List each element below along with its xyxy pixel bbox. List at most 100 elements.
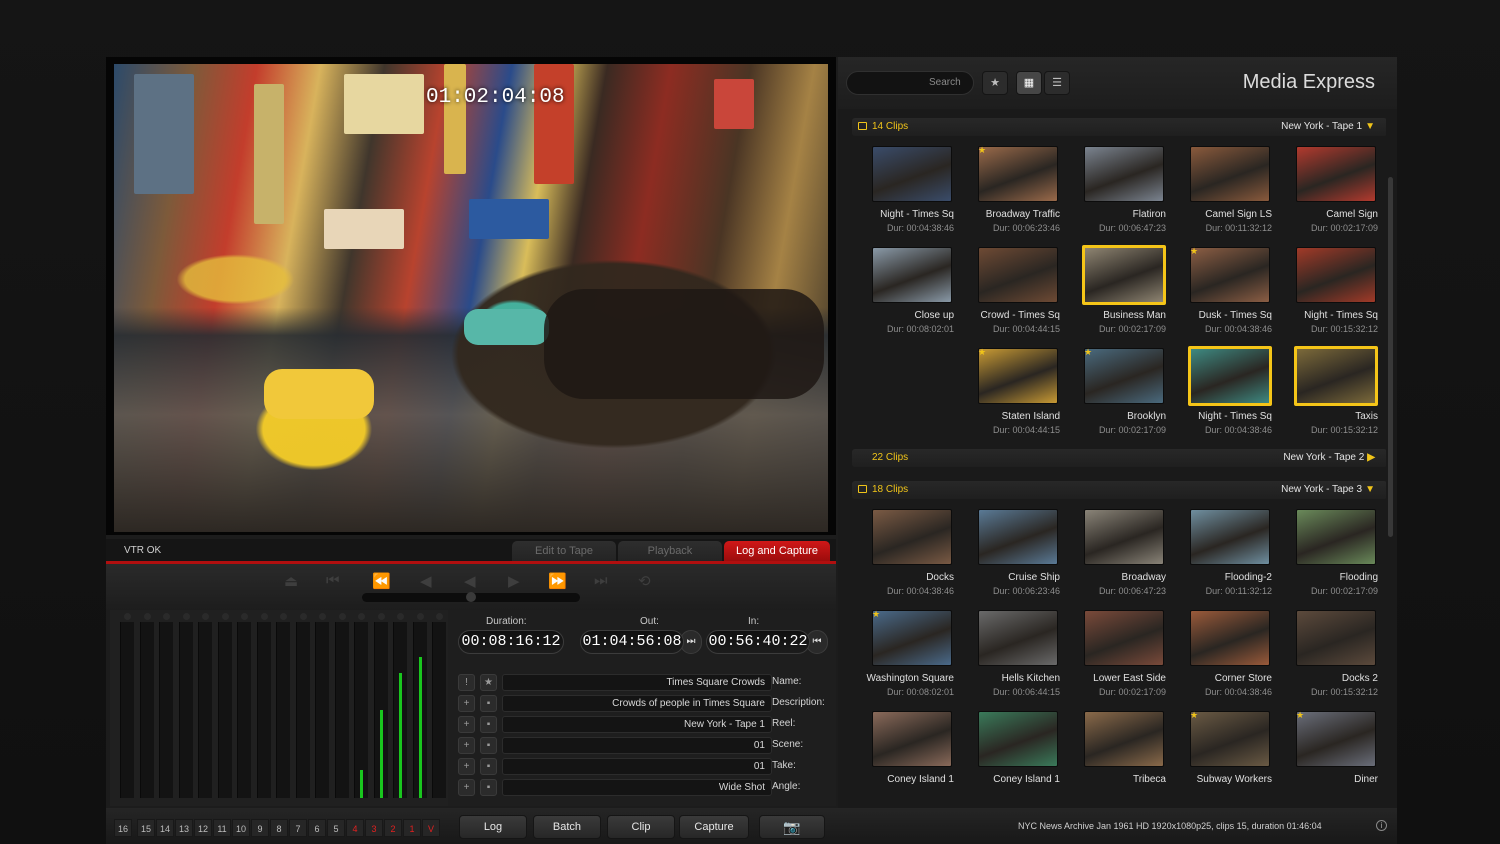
- clip-item[interactable]: Cruise Ship Dur: 00:06:23:46: [964, 505, 1060, 600]
- field-add-icon[interactable]: ▪: [480, 737, 497, 754]
- clip-item[interactable]: Night - Times Sq Dur: 00:15:32:12: [1282, 243, 1378, 338]
- clip-item[interactable]: Coney Island 1: [858, 707, 954, 802]
- clip-item[interactable]: Flooding Dur: 00:02:17:09: [1282, 505, 1378, 600]
- audio-channel-1[interactable]: 1: [403, 819, 421, 837]
- field-add-icon[interactable]: ▪: [480, 779, 497, 796]
- clip-item[interactable]: Night - Times Sq Dur: 00:04:38:46: [1176, 344, 1272, 439]
- clip-thumbnail[interactable]: [1190, 610, 1270, 666]
- audio-channel-4[interactable]: 4: [346, 819, 364, 837]
- clip-thumbnail[interactable]: [872, 509, 952, 565]
- audio-channel-12[interactable]: 12: [194, 819, 212, 837]
- clip-item[interactable]: Close up Dur: 00:08:02:01: [858, 243, 954, 338]
- audio-channel-13[interactable]: 13: [175, 819, 193, 837]
- clip-button[interactable]: Clip: [607, 815, 675, 839]
- field-add-icon[interactable]: ▪: [480, 716, 497, 733]
- clip-item[interactable]: ★ Brooklyn Dur: 00:02:17:09: [1070, 344, 1166, 439]
- clip-thumbnail[interactable]: [1296, 509, 1376, 565]
- audio-channel-16[interactable]: 16: [114, 819, 132, 837]
- field-options-icon[interactable]: +: [458, 737, 475, 754]
- list-view-icon[interactable]: ☰: [1044, 71, 1070, 95]
- clip-item[interactable]: ★ Staten Island Dur: 00:04:44:15: [964, 344, 1060, 439]
- fast-forward-icon[interactable]: ⏪: [372, 572, 391, 590]
- clip-item[interactable]: ★ Subway Workers: [1176, 707, 1272, 802]
- field-value[interactable]: New York - Tape 1: [502, 716, 772, 733]
- clip-group-header[interactable]: New York - Tape 3 ▼ 18 Clips: [852, 481, 1386, 499]
- clip-item[interactable]: Docks Dur: 00:04:38:46: [858, 505, 954, 600]
- tab-log-and-capture[interactable]: Log and Capture: [724, 541, 830, 561]
- clip-thumbnail[interactable]: [1296, 711, 1376, 767]
- clip-item[interactable]: ★ Diner: [1282, 707, 1378, 802]
- clip-thumbnail[interactable]: [978, 509, 1058, 565]
- clip-thumbnail[interactable]: [1084, 146, 1164, 202]
- log-button[interactable]: Log: [459, 815, 527, 839]
- clip-item[interactable]: Tribeca: [1070, 707, 1166, 802]
- field-options-icon[interactable]: +: [458, 758, 475, 775]
- field-value[interactable]: Crowds of people in Times Square: [502, 695, 772, 712]
- field-options-icon[interactable]: !: [458, 674, 475, 691]
- clip-thumbnail[interactable]: [978, 247, 1058, 303]
- clip-group-header[interactable]: New York - Tape 1 ▼ 14 Clips: [852, 118, 1386, 136]
- clip-thumbnail[interactable]: [1190, 146, 1270, 202]
- info-icon[interactable]: i: [1376, 820, 1387, 831]
- clip-thumbnail[interactable]: [1084, 509, 1164, 565]
- field-add-icon[interactable]: ▪: [480, 695, 497, 712]
- clip-thumbnail[interactable]: [1084, 348, 1164, 404]
- clip-thumbnail[interactable]: [1190, 711, 1270, 767]
- clip-thumbnail[interactable]: [1084, 610, 1164, 666]
- clip-thumbnail[interactable]: [1084, 711, 1164, 767]
- jog-shuttle-slider[interactable]: [362, 592, 580, 602]
- field-value[interactable]: 01: [502, 737, 772, 754]
- audio-channel-15[interactable]: 15: [137, 819, 155, 837]
- go-to-end-icon[interactable]: ⏮: [326, 572, 340, 589]
- clip-item[interactable]: Corner Store Dur: 00:04:38:46: [1176, 606, 1272, 701]
- clip-thumbnail[interactable]: [1294, 346, 1378, 406]
- clip-thumbnail[interactable]: [872, 610, 952, 666]
- clip-item[interactable]: ★ Dusk - Times Sq Dur: 00:04:38:46: [1176, 243, 1272, 338]
- field-add-icon[interactable]: ▪: [480, 758, 497, 775]
- step-back-icon[interactable]: ▶: [508, 572, 520, 590]
- clip-thumbnail[interactable]: [1190, 509, 1270, 565]
- clip-thumbnail[interactable]: [1296, 146, 1376, 202]
- scrollbar[interactable]: [1388, 177, 1393, 537]
- clip-item[interactable]: Hells Kitchen Dur: 00:06:44:15: [964, 606, 1060, 701]
- grid-view-icon[interactable]: ▦: [1016, 71, 1042, 95]
- favorites-icon[interactable]: ★: [982, 71, 1008, 95]
- clip-item[interactable]: ★ Broadway Traffic Dur: 00:06:23:46: [964, 142, 1060, 237]
- clip-item[interactable]: Broadway Dur: 00:06:47:23: [1070, 505, 1166, 600]
- field-add-icon[interactable]: ★: [480, 674, 497, 691]
- rewind-icon[interactable]: ⏩: [548, 572, 567, 590]
- clip-thumbnail[interactable]: [872, 711, 952, 767]
- capture-button[interactable]: Capture: [679, 815, 749, 839]
- clip-thumbnail[interactable]: [1296, 610, 1376, 666]
- clip-item[interactable]: Business Man Dur: 00:02:17:09: [1070, 243, 1166, 338]
- out-timecode-field[interactable]: 01:04:56:08: [580, 630, 684, 654]
- audio-channel-v[interactable]: V: [422, 819, 440, 837]
- eject-icon[interactable]: ⏏: [284, 572, 298, 590]
- audio-channel-2[interactable]: 2: [384, 819, 402, 837]
- clip-item[interactable]: Lower East Side Dur: 00:02:17:09: [1070, 606, 1166, 701]
- field-options-icon[interactable]: +: [458, 779, 475, 796]
- tab-edit-to-tape[interactable]: Edit to Tape: [512, 541, 616, 561]
- audio-channel-5[interactable]: 5: [327, 819, 345, 837]
- audio-channel-9[interactable]: 9: [251, 819, 269, 837]
- clip-item[interactable]: Coney Island 1: [964, 707, 1060, 802]
- audio-channel-11[interactable]: 11: [213, 819, 231, 837]
- clip-thumbnail[interactable]: [978, 711, 1058, 767]
- clip-thumbnail[interactable]: [978, 146, 1058, 202]
- field-value[interactable]: 01: [502, 758, 772, 775]
- clip-thumbnail[interactable]: [978, 348, 1058, 404]
- field-options-icon[interactable]: +: [458, 695, 475, 712]
- clip-thumbnail[interactable]: [1296, 247, 1376, 303]
- audio-channel-10[interactable]: 10: [232, 819, 250, 837]
- clip-item[interactable]: Flooding-2 Dur: 00:11:32:12: [1176, 505, 1272, 600]
- clip-group-header[interactable]: New York - Tape 2 ▶ 22 Clips: [852, 449, 1386, 467]
- chevron-down-icon[interactable]: ▼: [1365, 121, 1375, 132]
- search-input[interactable]: Search: [846, 71, 974, 95]
- clip-item[interactable]: Camel Sign Dur: 00:02:17:09: [1282, 142, 1378, 237]
- clip-thumbnail[interactable]: [872, 146, 952, 202]
- clip-item[interactable]: Camel Sign LS Dur: 00:11:32:12: [1176, 142, 1272, 237]
- jog-knob[interactable]: [466, 592, 476, 602]
- clip-thumbnail[interactable]: [872, 247, 952, 303]
- field-value[interactable]: Wide Shot: [502, 779, 772, 796]
- batch-button[interactable]: Batch: [533, 815, 601, 839]
